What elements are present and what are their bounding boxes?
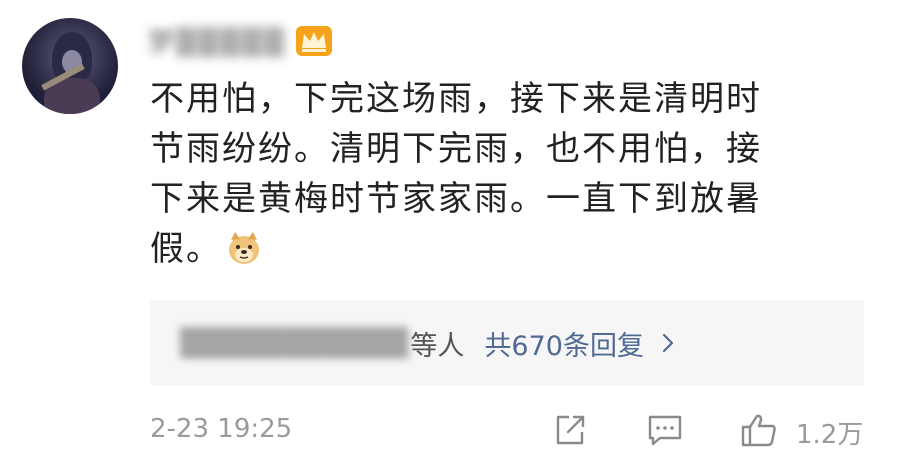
comment-icon: [648, 415, 682, 446]
avatar[interactable]: [22, 18, 118, 114]
reply-user-names: ▒▒▒▒▒▒▒▒▒▒▒: [180, 327, 409, 359]
comment-line: 下来是黄梅时节家家雨。一直下到放暑: [150, 179, 762, 219]
comment-line: 假。: [150, 229, 222, 269]
others-label: 等人: [410, 330, 465, 362]
doge-emoji-icon: [229, 232, 259, 264]
comment-text: 不用怕，下完这场雨，接下来是清明时 节雨纷纷。清明下完雨，也不用怕，接 下来是黄…: [150, 74, 850, 274]
comment-button[interactable]: [646, 412, 684, 448]
comment-card: 梦▒▒▒▒▒ 不用怕，下完这场雨，接下来是清明时 节雨纷纷。清明下完雨，也不用怕…: [0, 0, 900, 460]
username-text[interactable]: 梦▒▒▒▒▒: [148, 22, 286, 59]
comment-line: 不用怕，下完这场雨，接下来是清明时: [150, 79, 762, 119]
comment-line-last: 假。: [150, 224, 850, 274]
username[interactable]: 梦▒▒▒▒▒: [148, 20, 334, 60]
crown-icon: [295, 26, 332, 56]
share-button[interactable]: [552, 412, 588, 448]
like-count: 1.2万: [796, 420, 864, 450]
comment-line: 节雨纷纷。清明下完雨，也不用怕，接: [150, 129, 762, 169]
chevron-right-icon: [662, 333, 674, 353]
share-icon: [556, 415, 585, 445]
like-button[interactable]: [740, 412, 778, 448]
timestamp: 2-23 19:25: [150, 414, 293, 444]
total-replies-link[interactable]: 共670条回复: [484, 324, 644, 363]
replies-preview[interactable]: ▒▒▒▒▒▒▒▒▒▒▒ 等人 共670条回复: [150, 300, 864, 386]
like-icon: [741, 414, 776, 447]
